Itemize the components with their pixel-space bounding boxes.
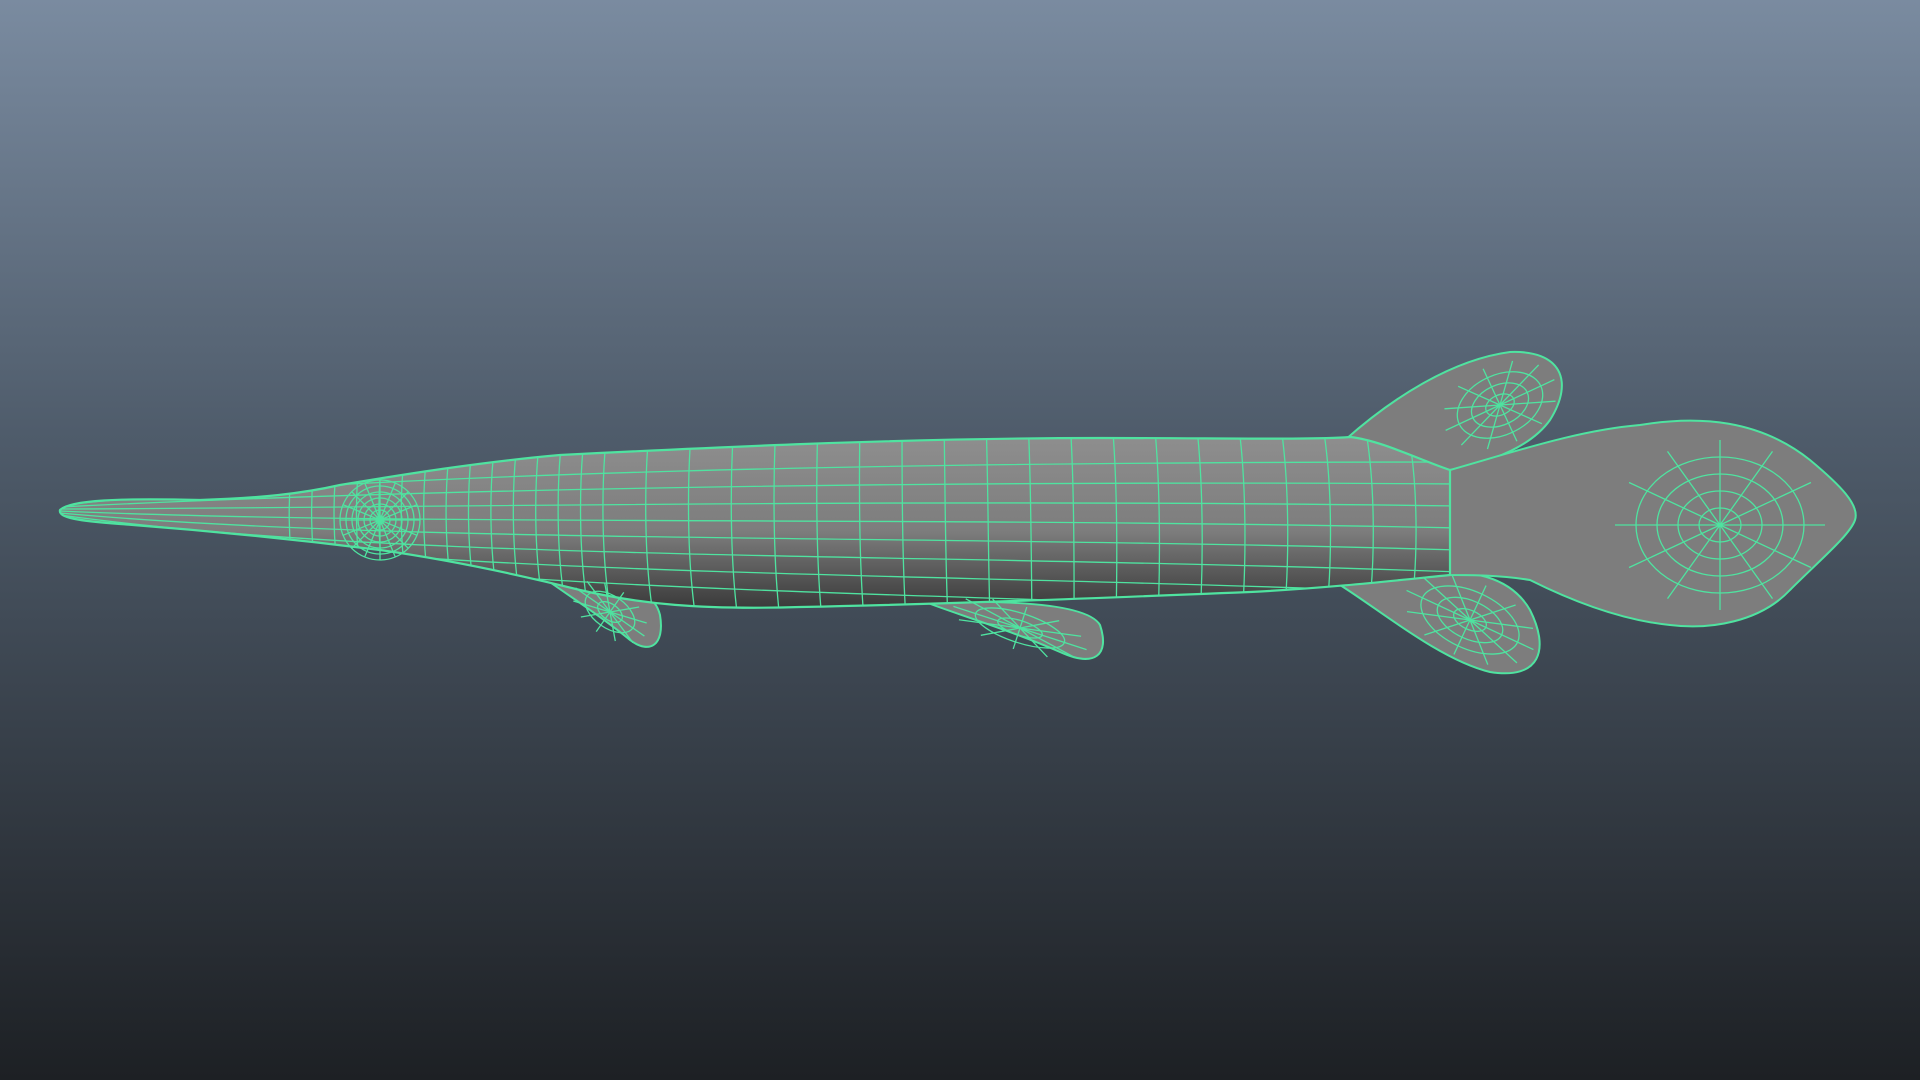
eye-topology-spiral bbox=[339, 479, 421, 561]
viewport-scene[interactable] bbox=[0, 0, 1920, 1080]
anal-fin[interactable] bbox=[1337, 568, 1541, 675]
maya-viewport-panel[interactable] bbox=[0, 0, 1920, 1080]
fish-model[interactable] bbox=[58, 343, 1857, 684]
